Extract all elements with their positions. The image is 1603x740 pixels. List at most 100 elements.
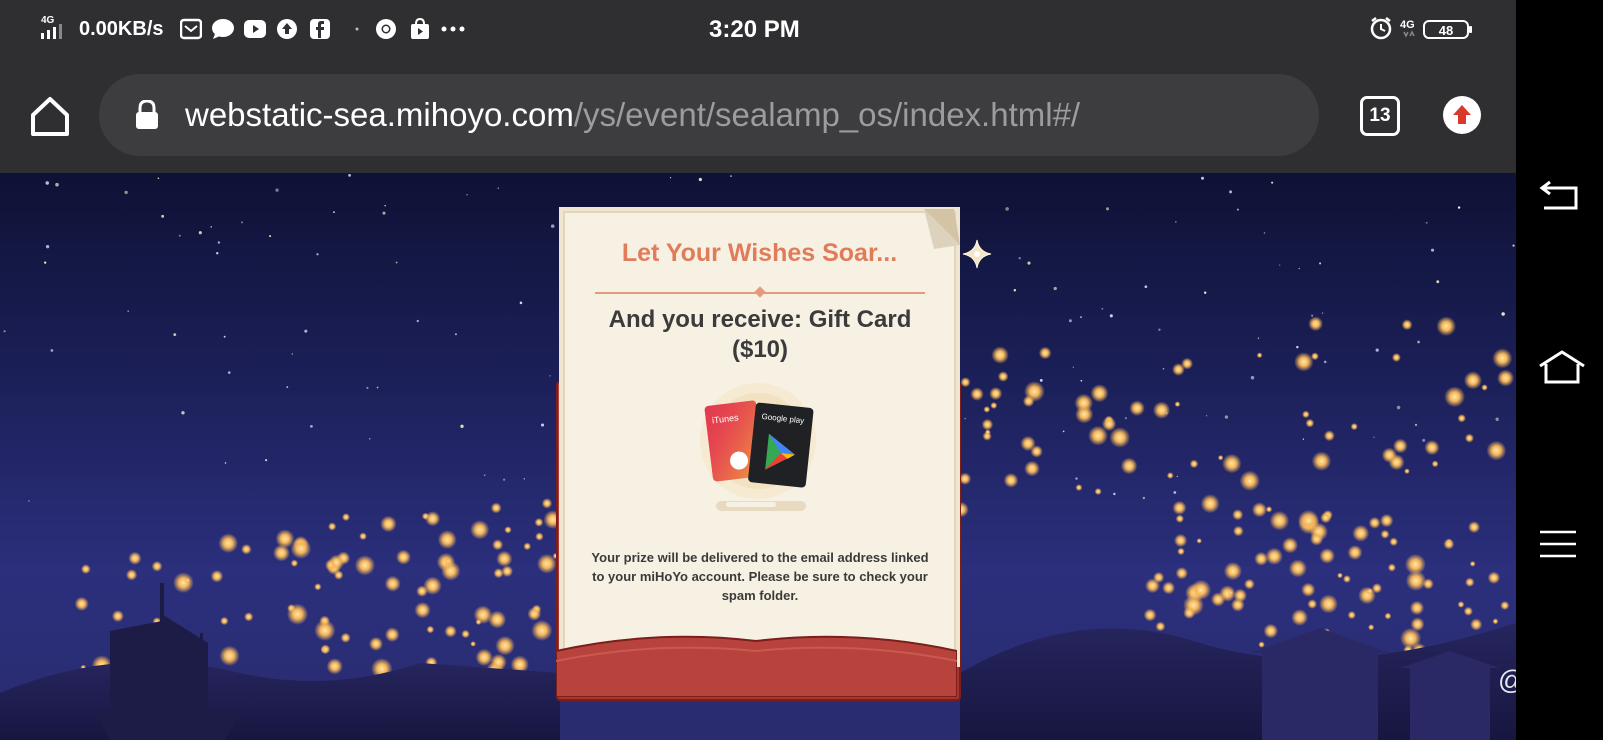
lantern bbox=[989, 387, 1003, 401]
lantern bbox=[1172, 500, 1187, 515]
lantern bbox=[1389, 537, 1399, 547]
star bbox=[1323, 360, 1327, 364]
lantern bbox=[210, 569, 224, 583]
star bbox=[286, 386, 289, 388]
star bbox=[1425, 221, 1428, 224]
star bbox=[1430, 248, 1435, 252]
lantern bbox=[1177, 547, 1185, 556]
lantern bbox=[1251, 502, 1268, 518]
lantern bbox=[290, 559, 299, 567]
lantern bbox=[74, 596, 89, 611]
star bbox=[1173, 491, 1177, 494]
lantern bbox=[384, 575, 401, 592]
lantern bbox=[970, 387, 984, 401]
lantern bbox=[1350, 422, 1358, 431]
lantern bbox=[1196, 538, 1202, 544]
star bbox=[1175, 220, 1177, 223]
lantern bbox=[396, 549, 411, 565]
star bbox=[1201, 176, 1205, 180]
lantern bbox=[1311, 451, 1332, 471]
lantern bbox=[1393, 438, 1408, 454]
star bbox=[1296, 345, 1299, 349]
lantern bbox=[326, 658, 343, 675]
close-star-button[interactable] bbox=[962, 239, 992, 269]
lantern bbox=[1311, 352, 1319, 361]
star bbox=[1224, 415, 1229, 419]
lantern bbox=[1337, 572, 1343, 579]
star bbox=[466, 194, 468, 196]
lantern bbox=[983, 406, 991, 413]
lantern bbox=[1431, 460, 1439, 468]
lantern bbox=[1232, 525, 1244, 537]
lantern bbox=[1020, 435, 1036, 452]
lantern bbox=[244, 612, 254, 622]
star bbox=[157, 177, 160, 180]
back-button[interactable] bbox=[1538, 180, 1582, 214]
lantern bbox=[1301, 582, 1316, 597]
lantern bbox=[1368, 516, 1381, 529]
envelope-flap bbox=[556, 635, 957, 697]
home-button[interactable] bbox=[28, 94, 72, 138]
lantern bbox=[1368, 624, 1375, 631]
lantern bbox=[1174, 401, 1181, 408]
lantern bbox=[340, 632, 351, 643]
lantern bbox=[1443, 538, 1455, 550]
lantern bbox=[1258, 641, 1265, 648]
lantern bbox=[1469, 560, 1476, 567]
star bbox=[1072, 366, 1075, 369]
star bbox=[1263, 232, 1266, 234]
star bbox=[1068, 319, 1072, 323]
update-button[interactable] bbox=[1443, 96, 1481, 134]
lantern bbox=[495, 635, 515, 656]
lantern bbox=[1282, 537, 1299, 554]
event-page: Let Your Wishes Soar... And you receive:… bbox=[0, 173, 1516, 740]
lantern bbox=[1166, 472, 1174, 479]
star bbox=[28, 500, 30, 502]
lantern bbox=[173, 572, 194, 594]
star bbox=[223, 335, 226, 338]
lantern bbox=[991, 346, 1009, 364]
lantern bbox=[1175, 514, 1185, 523]
lantern bbox=[272, 544, 290, 562]
star bbox=[906, 207, 908, 209]
star bbox=[1271, 181, 1274, 184]
lantern bbox=[1162, 581, 1176, 595]
lantern bbox=[1294, 352, 1314, 372]
lantern bbox=[1405, 570, 1427, 591]
lantern bbox=[997, 371, 1009, 382]
star bbox=[416, 319, 419, 323]
star bbox=[1005, 207, 1009, 211]
star bbox=[1205, 415, 1208, 417]
lantern bbox=[1352, 524, 1370, 542]
lantern bbox=[314, 583, 322, 591]
tab-switcher-button[interactable]: 13 bbox=[1360, 96, 1400, 136]
facebook-icon bbox=[310, 19, 330, 39]
star bbox=[366, 386, 369, 389]
star bbox=[1436, 280, 1440, 284]
star bbox=[395, 261, 398, 264]
lantern bbox=[1436, 316, 1457, 337]
star bbox=[1319, 262, 1322, 265]
prize-line-2: ($10) bbox=[731, 336, 789, 363]
left-hills bbox=[0, 661, 560, 740]
lantern bbox=[128, 551, 142, 565]
menu-button[interactable] bbox=[1538, 528, 1578, 560]
home-nav-button[interactable] bbox=[1538, 350, 1586, 384]
address-bar[interactable]: webstatic-sea.mihoyo.com/ys/event/sealam… bbox=[99, 74, 1319, 156]
battery-icon: 48 bbox=[1423, 20, 1472, 39]
star bbox=[1109, 314, 1113, 318]
star bbox=[55, 182, 59, 187]
lantern bbox=[444, 625, 457, 638]
star bbox=[384, 205, 386, 207]
lantern bbox=[1145, 578, 1160, 594]
lantern bbox=[1347, 610, 1356, 620]
lantern bbox=[423, 576, 442, 595]
lantern bbox=[1075, 484, 1083, 492]
lantern bbox=[1109, 427, 1131, 448]
star bbox=[348, 174, 351, 177]
lantern bbox=[1500, 600, 1510, 611]
star bbox=[460, 424, 464, 428]
star bbox=[1501, 312, 1505, 316]
lantern bbox=[493, 568, 504, 579]
lantern bbox=[125, 569, 138, 581]
